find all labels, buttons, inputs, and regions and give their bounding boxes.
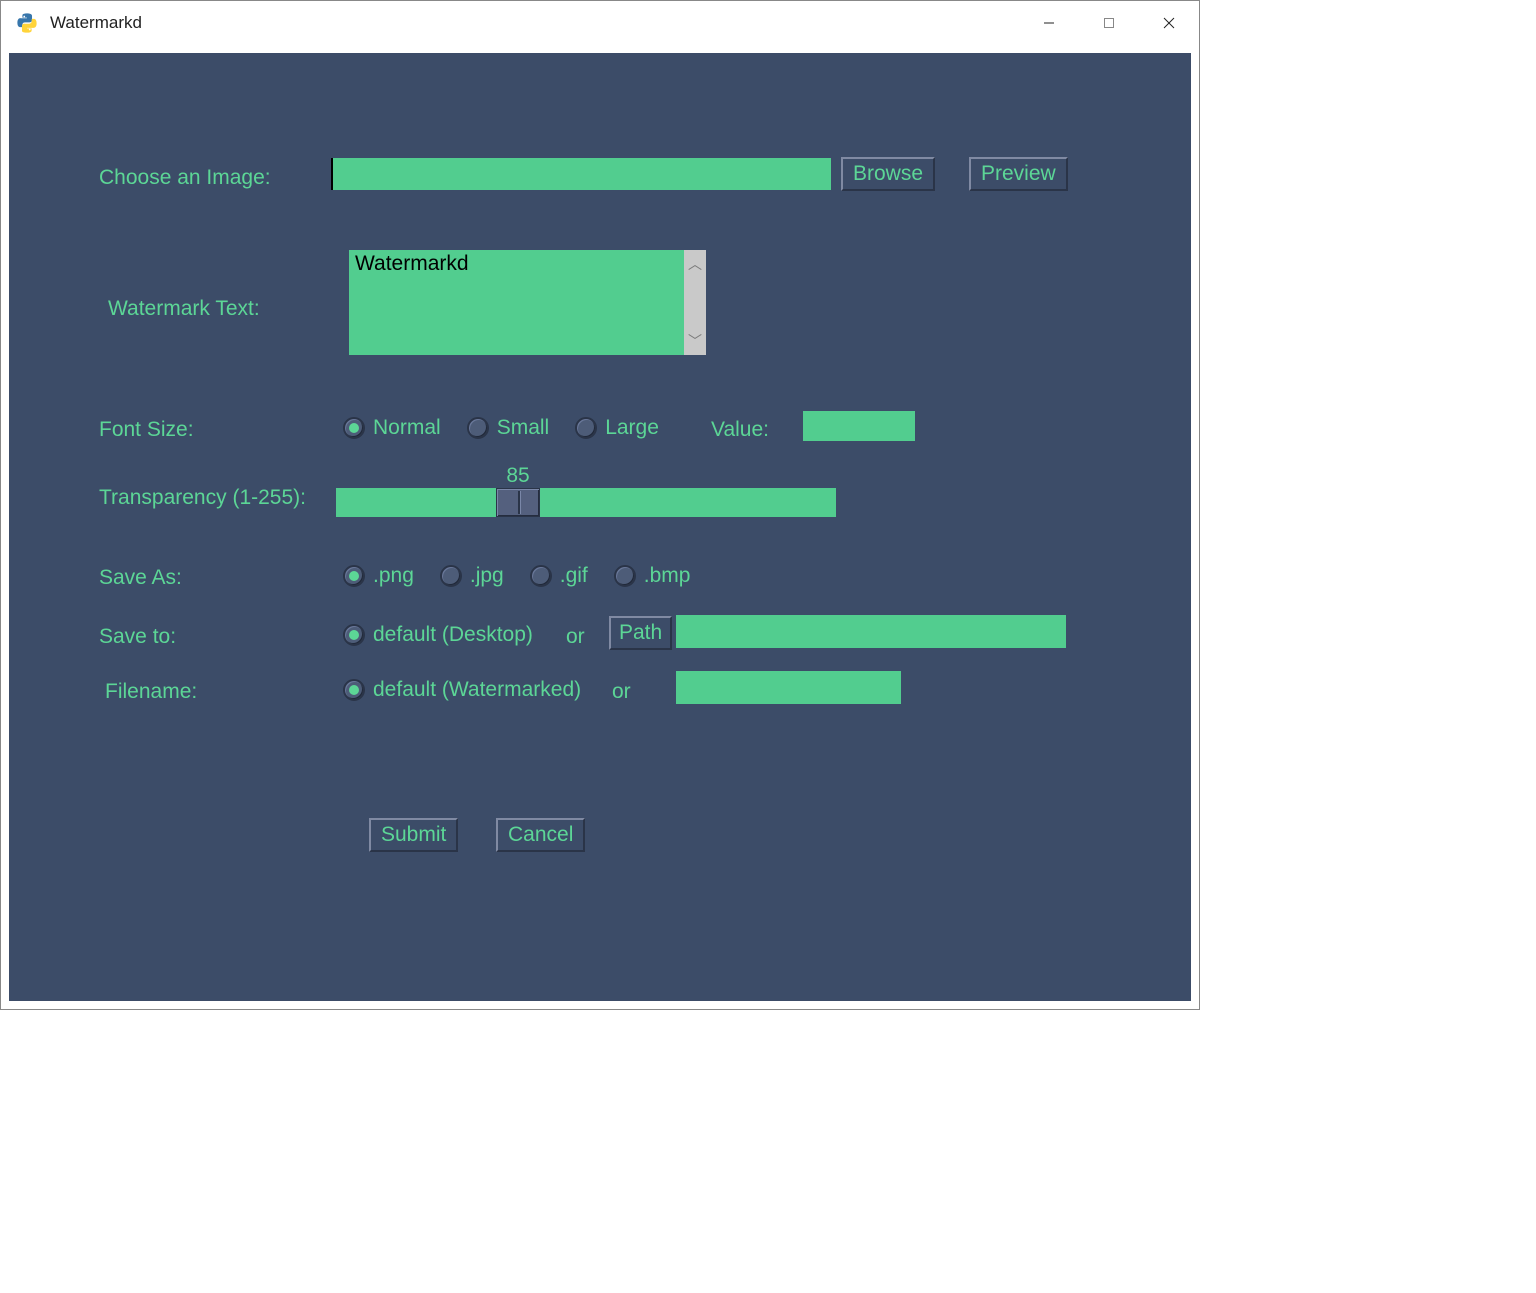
png-label: .png (373, 564, 414, 588)
filename-default-label: default (Watermarked) (373, 678, 581, 702)
png-radio[interactable] (343, 565, 365, 587)
scroll-up-icon[interactable]: ︿ (688, 254, 702, 274)
textarea-scrollbar[interactable]: ︿ ﹀ (684, 250, 706, 355)
font-normal-radio[interactable] (343, 417, 365, 439)
bmp-label: .bmp (644, 564, 691, 588)
python-icon (16, 12, 38, 34)
gif-radio[interactable] (530, 565, 552, 587)
browse-button[interactable]: Browse (841, 157, 935, 191)
filename-label: Filename: (105, 680, 197, 704)
preview-button[interactable]: Preview (969, 157, 1068, 191)
image-path-input[interactable] (331, 158, 831, 190)
font-small-radio[interactable] (467, 417, 489, 439)
minimize-button[interactable] (1019, 1, 1079, 45)
font-normal-label: Normal (373, 416, 441, 440)
save-to-default-radio[interactable] (343, 624, 365, 646)
close-button[interactable] (1139, 1, 1199, 45)
watermark-textarea-wrap: Watermarkd ︿ ﹀ (349, 250, 706, 355)
slider-value: 85 (506, 464, 529, 488)
save-as-radio-group: .png .jpg .gif .bmp (343, 564, 708, 588)
save-to-label: Save to: (99, 625, 176, 649)
submit-button[interactable]: Submit (369, 818, 458, 852)
path-button[interactable]: Path (609, 616, 672, 650)
font-value-label: Value: (711, 418, 769, 442)
window-controls (1019, 1, 1199, 45)
title-bar: Watermarkd (1, 1, 1199, 45)
filename-default-radio[interactable] (343, 679, 365, 701)
filename-radio-group: default (Watermarked) (343, 678, 599, 702)
font-large-label: Large (605, 416, 659, 440)
font-small-label: Small (497, 416, 550, 440)
save-to-or-label: or (566, 625, 585, 649)
cancel-button[interactable]: Cancel (496, 818, 585, 852)
choose-image-label: Choose an Image: (99, 166, 271, 190)
slider-thumb[interactable] (496, 488, 540, 517)
jpg-radio[interactable] (440, 565, 462, 587)
bmp-radio[interactable] (614, 565, 636, 587)
gif-label: .gif (560, 564, 588, 588)
font-value-input[interactable] (803, 411, 915, 441)
watermark-text-input[interactable]: Watermarkd (349, 250, 684, 355)
font-large-radio[interactable] (575, 417, 597, 439)
transparency-slider[interactable]: 85 (336, 488, 836, 517)
window-title: Watermarkd (50, 13, 142, 33)
font-size-radio-group: Normal Small Large (343, 416, 677, 440)
transparency-label: Transparency (1-255): (99, 486, 306, 510)
scroll-down-icon[interactable]: ﹀ (688, 331, 702, 351)
filename-input[interactable] (676, 671, 901, 704)
maximize-button[interactable] (1079, 1, 1139, 45)
app-window: Watermarkd Choose an Image: Browse Previ… (0, 0, 1200, 1010)
content-area: Choose an Image: Browse Preview Watermar… (9, 53, 1191, 1001)
slider-track[interactable] (336, 488, 836, 517)
jpg-label: .jpg (470, 564, 504, 588)
save-to-default-label: default (Desktop) (373, 623, 533, 647)
save-as-label: Save As: (99, 566, 182, 590)
watermark-text-label: Watermark Text: (108, 297, 260, 321)
font-size-label: Font Size: (99, 418, 194, 442)
save-to-radio-group: default (Desktop) (343, 623, 551, 647)
path-input[interactable] (676, 615, 1066, 648)
filename-or-label: or (612, 680, 631, 704)
